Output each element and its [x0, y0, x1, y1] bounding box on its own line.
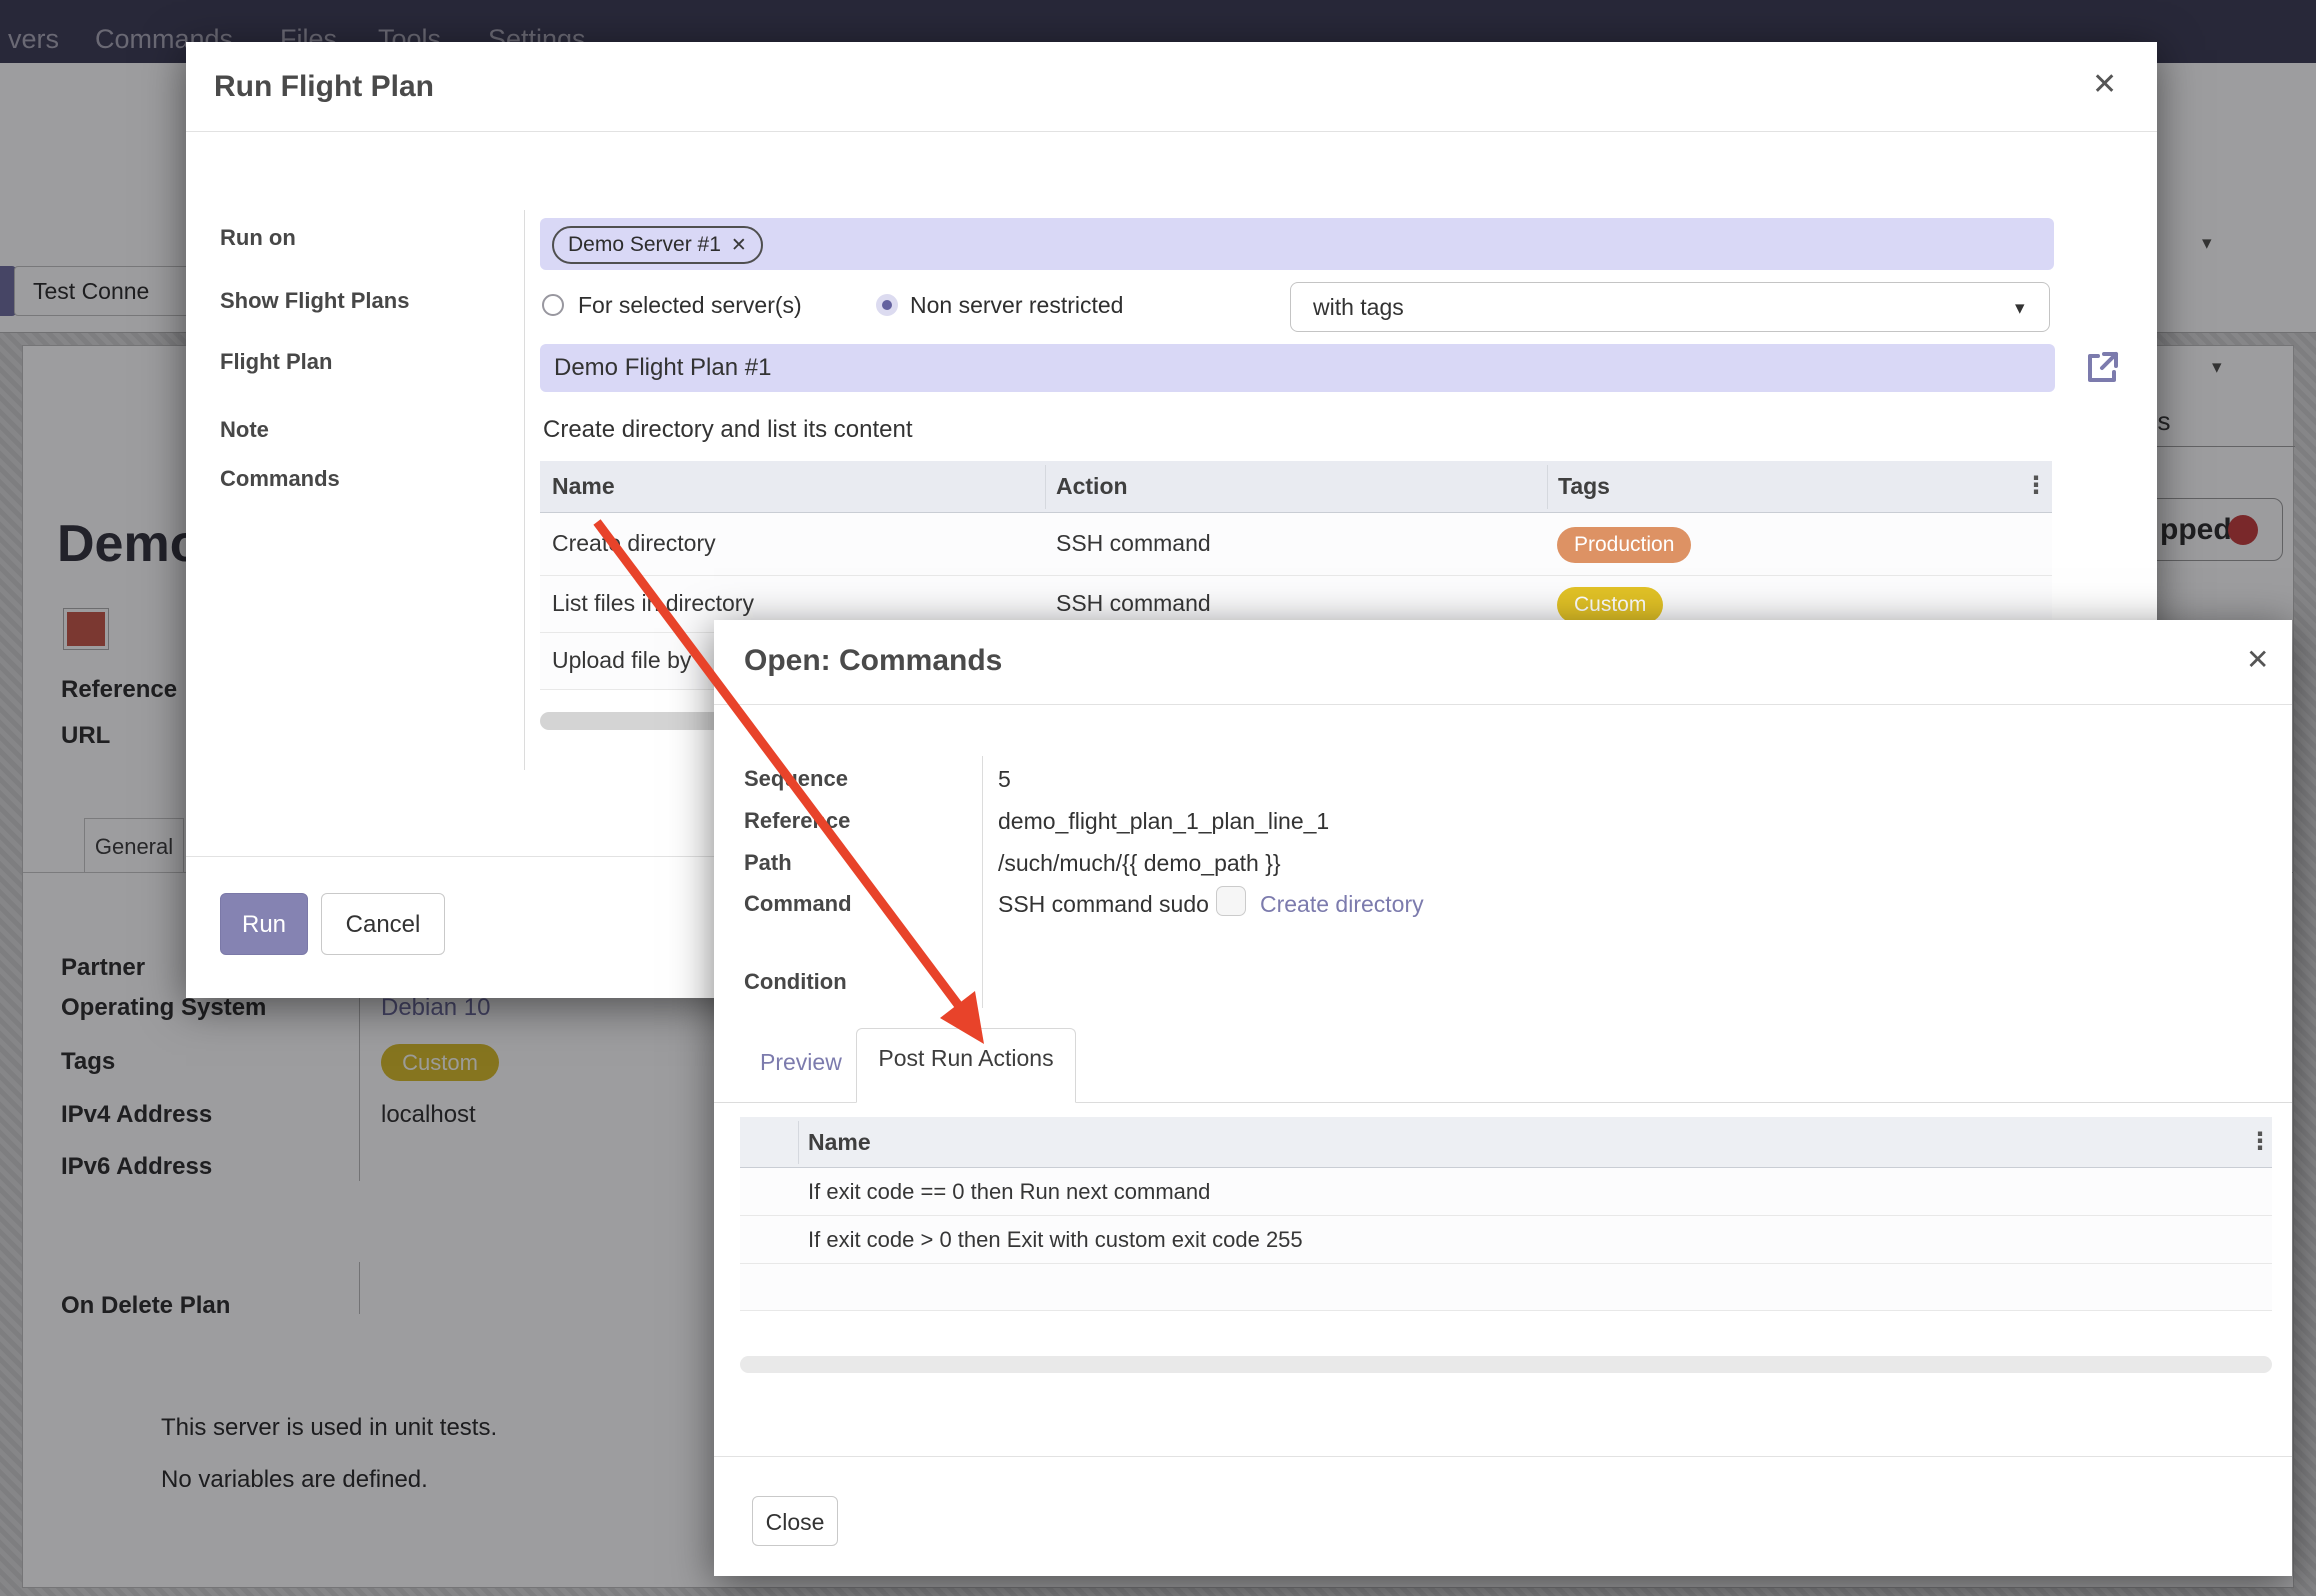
col-name[interactable]: Name [552, 473, 615, 500]
run-on-label: Run on [220, 225, 296, 251]
flight-plan-label: Flight Plan [220, 349, 332, 375]
dropdown-caret-icon[interactable]: ▾ [2202, 232, 2212, 255]
reference-label: Reference [744, 808, 850, 834]
with-tags-value: with tags [1313, 294, 1404, 321]
flight-plan-field[interactable]: Demo Flight Plan #1 ▾ [540, 344, 2055, 392]
col-action[interactable]: Action [1056, 473, 1128, 500]
table-options-icon[interactable]: ⋮ [2024, 471, 2048, 500]
table-row-empty [740, 1264, 2272, 1311]
label-column-divider [524, 210, 525, 770]
header-divider [186, 131, 2157, 132]
close-icon[interactable]: ✕ [2092, 70, 2117, 100]
path-value: /such/much/{{ demo_path }} [998, 850, 1281, 877]
path-label: Path [744, 850, 792, 876]
radio-for-selected-servers-label[interactable]: For selected server(s) [578, 292, 802, 319]
sudo-checkbox[interactable] [1216, 886, 1246, 916]
row-name: Upload file by [552, 647, 691, 674]
reference-value: demo_flight_plan_1_plan_line_1 [998, 808, 1329, 835]
row-action: SSH command [1056, 590, 1211, 617]
row-name: List files in directory [552, 590, 754, 617]
condition-label: Condition [744, 969, 847, 995]
tag-production: Production [1557, 527, 1691, 563]
tab-post-run-actions[interactable]: Post Run Actions [856, 1028, 1076, 1103]
server-chip-label: Demo Server #1 [568, 233, 721, 257]
flight-plan-value: Demo Flight Plan #1 [554, 354, 771, 382]
external-link-icon[interactable] [2082, 348, 2122, 388]
tab-preview[interactable]: Preview [760, 1049, 842, 1076]
table-row[interactable]: If exit code > 0 then Exit with custom e… [740, 1216, 2272, 1264]
close-icon[interactable]: ✕ [2246, 646, 2269, 674]
row-action: SSH command [1056, 530, 1211, 557]
col-divider [1547, 465, 1548, 509]
col-tags[interactable]: Tags [1558, 473, 1610, 500]
footer-divider [714, 1456, 2292, 1457]
table-row[interactable]: If exit code == 0 then Run next command [740, 1168, 2272, 1216]
screen: vers Commands Files Tools Settings Test … [0, 0, 2316, 1596]
command-value: SSH command sudo [998, 891, 1209, 918]
run-on-field[interactable]: Demo Server #1 ✕ ▾ [540, 218, 2054, 270]
post-run-action: If exit code > 0 then Exit with custom e… [808, 1227, 1303, 1253]
server-chip[interactable]: Demo Server #1 ✕ [552, 226, 763, 264]
command-label: Command [744, 891, 852, 917]
post-run-action: If exit code == 0 then Run next command [808, 1179, 1210, 1205]
sequence-label: Sequence [744, 766, 848, 792]
col-name[interactable]: Name [808, 1129, 871, 1156]
open-commands-modal: Open: Commands ✕ Sequence Reference Path… [714, 620, 2292, 1576]
horizontal-scrollbar[interactable] [740, 1356, 2272, 1373]
commands-table-header: Name Action Tags ⋮ [540, 461, 2052, 513]
sequence-value: 5 [998, 766, 1011, 793]
col-divider [798, 1121, 799, 1164]
modal-title: Open: Commands [744, 644, 1002, 678]
radio-non-server-restricted-label[interactable]: Non server restricted [910, 292, 1123, 319]
condition-divider [982, 958, 983, 1008]
table-row[interactable]: Create directory SSH command Production [540, 513, 2052, 576]
header-divider [714, 704, 2292, 705]
run-button[interactable]: Run [220, 893, 308, 955]
show-flight-plans-label: Show Flight Plans [220, 288, 409, 314]
radio-for-selected-servers[interactable] [542, 294, 564, 316]
note-label: Note [220, 417, 269, 443]
create-directory-link[interactable]: Create directory [1260, 891, 1424, 918]
dropdown-caret-icon[interactable]: ▾ [2212, 356, 2222, 379]
col-divider [1045, 465, 1046, 509]
dropdown-caret-icon: ▾ [2015, 297, 2025, 320]
chip-remove-icon[interactable]: ✕ [731, 234, 747, 257]
commands-label: Commands [220, 466, 340, 492]
cancel-button[interactable]: Cancel [321, 893, 445, 955]
radio-non-server-restricted[interactable] [876, 294, 898, 316]
modal-title: Run Flight Plan [214, 70, 434, 104]
tag-custom: Custom [1557, 587, 1663, 623]
post-run-table-header: Name ⋮ [740, 1117, 2272, 1168]
row-name: Create directory [552, 530, 716, 557]
note-value: Create directory and list its content [543, 416, 913, 444]
table-options-icon[interactable]: ⋮ [2248, 1127, 2272, 1156]
with-tags-select[interactable]: with tags ▾ [1290, 282, 2050, 332]
close-button[interactable]: Close [752, 1496, 838, 1546]
